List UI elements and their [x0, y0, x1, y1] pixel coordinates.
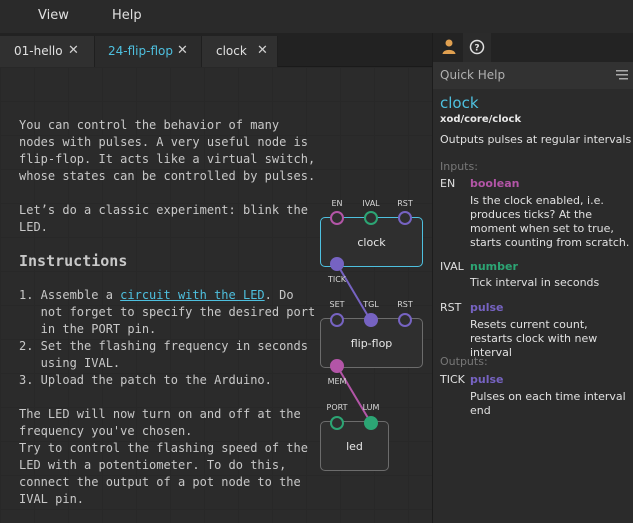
pin-label-tick: TICK [327, 275, 347, 284]
svg-text:?: ? [474, 44, 479, 54]
input-type-en: boolean [470, 177, 520, 190]
panel-tab-user[interactable] [435, 33, 463, 62]
pin-label-tgl: TGL [363, 300, 379, 309]
help-node-path: xod/core/clock [440, 114, 522, 125]
close-icon[interactable]: ✕ [177, 43, 188, 58]
inputs-label: Inputs: [440, 160, 478, 173]
tab-clock[interactable]: clock ✕ [202, 36, 278, 67]
side-panel: ? Quick Help clock xod/core/clock Output… [432, 33, 633, 523]
circuit-link[interactable]: circuit with the LED [120, 288, 265, 302]
help-node-name: clock [440, 94, 479, 112]
output-type-tick: pulse [470, 373, 504, 386]
pin-label-rst: RST [397, 199, 413, 208]
close-icon[interactable]: ✕ [68, 43, 79, 58]
tab-24-flip-flop[interactable]: 24-flip-flop ✕ [95, 36, 202, 67]
node-title: flip-flop [350, 337, 393, 350]
comment-classic: Let’s do a classic experiment: blink the… [19, 203, 308, 234]
node-led[interactable]: led [320, 421, 389, 471]
comment-intro: You can control the behavior of many nod… [19, 118, 316, 183]
comment-outro: The LED will now turn on and off at the … [19, 407, 308, 506]
instruction-step-3: 3. Upload the patch to the Arduino. [19, 373, 272, 387]
tab-label: 01-hello [14, 44, 63, 58]
pin-tgl[interactable] [364, 313, 378, 327]
pin-label-port: PORT [326, 403, 348, 412]
input-desc-rst: Resets current count, restarts clock wit… [470, 318, 598, 359]
pin-set[interactable] [330, 313, 344, 327]
panel-tab-bar: ? [433, 33, 633, 62]
pin-tick[interactable] [330, 257, 344, 271]
tab-bar: 01-hello ✕ 24-flip-flop ✕ clock ✕ [0, 33, 432, 67]
input-type-rst: pulse [470, 301, 504, 314]
instruction-step-1: 1. Assemble a circuit with the LED. Do n… [19, 287, 315, 338]
tab-label: 24-flip-flop [108, 44, 173, 58]
pin-rst[interactable] [398, 211, 412, 225]
tab-01-hello[interactable]: 01-hello ✕ [0, 36, 95, 67]
pin-en[interactable] [330, 211, 344, 225]
instruction-step-2: 2. Set the flashing frequency in seconds… [19, 339, 308, 370]
node-title: clock [357, 236, 386, 249]
close-icon[interactable]: ✕ [257, 43, 268, 58]
pin-label-ival: IVAL [362, 199, 380, 208]
input-name-rst: RST [440, 301, 462, 314]
input-desc-en: Is the clock enabled, i.e. produces tick… [470, 194, 630, 249]
pin-label-rst: RST [397, 300, 413, 309]
quick-help-title: Quick Help [440, 68, 506, 82]
step-1-prefix: 1. Assemble a [19, 288, 121, 302]
pin-rst[interactable] [398, 313, 412, 327]
input-desc-ival: Tick interval in seconds [470, 276, 600, 289]
input-name-en: EN [440, 177, 456, 190]
menu-icon[interactable] [616, 70, 628, 80]
panel-tab-help[interactable]: ? [463, 33, 491, 62]
pin-label-set: SET [329, 300, 345, 309]
instructions-heading: Instructions [19, 252, 128, 270]
user-icon [442, 39, 456, 54]
pin-port[interactable] [330, 416, 344, 430]
pin-label-lum: LUM [362, 403, 380, 412]
tab-label: clock [216, 44, 247, 58]
pin-ival[interactable] [364, 211, 378, 225]
quick-help-header: Quick Help [433, 62, 633, 89]
output-desc-tick: Pulses on each time interval end [470, 390, 626, 417]
input-name-ival: IVAL [440, 260, 464, 273]
input-type-ival: number [470, 260, 518, 273]
node-title: led [346, 440, 363, 453]
output-name-tick: TICK [440, 373, 465, 386]
menu-help[interactable]: Help [112, 8, 142, 23]
help-node-desc: Outputs pulses at regular intervals [440, 133, 632, 146]
menu-bar: View Help [0, 0, 633, 33]
pin-label-en: EN [331, 199, 343, 208]
menu-view[interactable]: View [38, 8, 69, 23]
outputs-label: Outputs: [440, 355, 488, 368]
pin-lum[interactable] [364, 416, 378, 430]
help-circle-icon: ? [469, 39, 485, 55]
pin-mem[interactable] [330, 359, 344, 373]
pin-label-mem: MEM [327, 377, 347, 386]
